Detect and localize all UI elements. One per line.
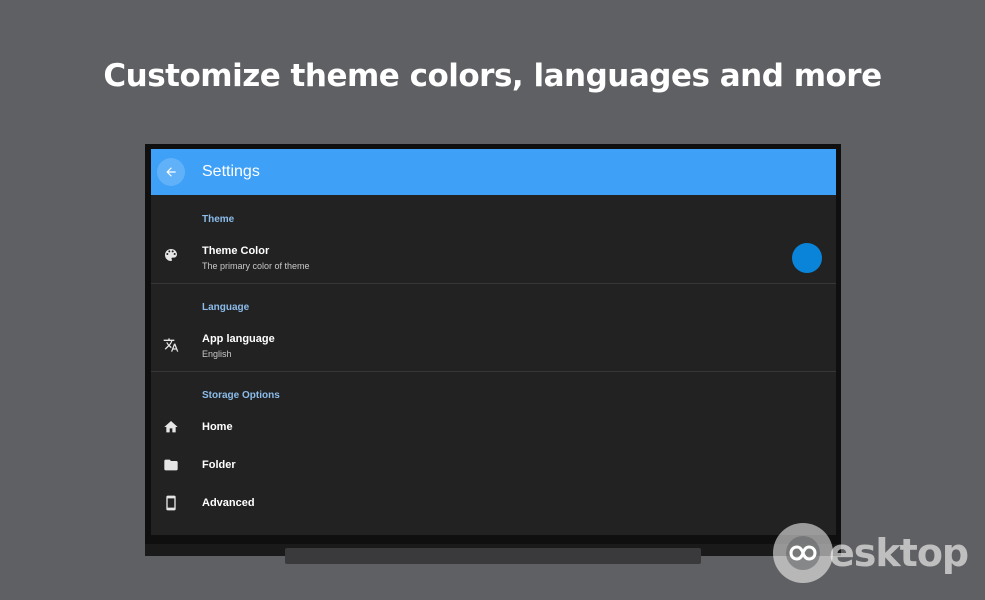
section-header-theme: Theme — [202, 214, 235, 225]
storage-item-advanced[interactable]: Advanced — [151, 487, 836, 519]
app-language-row[interactable]: App language English — [151, 323, 836, 371]
section-header-language: Language — [202, 302, 250, 313]
app-language-title: App language — [202, 333, 275, 345]
desktop-watermark: esktop — [773, 521, 973, 585]
infinity-icon — [786, 536, 820, 570]
storage-item-home[interactable]: Home — [151, 411, 836, 443]
storage-item-label: Home — [202, 421, 233, 433]
theme-color-title: Theme Color — [202, 245, 270, 257]
storage-item-label: Advanced — [202, 497, 255, 509]
palette-icon — [165, 249, 177, 261]
promo-headline: Customize theme colors, languages and mo… — [103, 58, 882, 94]
app-bar: Settings — [151, 149, 836, 195]
page-title: Settings — [202, 163, 260, 180]
settings-screen: Settings Theme Theme Color The primary c… — [151, 149, 836, 535]
translate-icon — [163, 338, 179, 352]
folder-icon — [164, 459, 178, 471]
home-icon — [164, 421, 178, 433]
arrow-back-icon — [166, 167, 176, 177]
watermark-text: esktop — [829, 531, 969, 575]
divider — [151, 283, 836, 284]
theme-color-swatch[interactable] — [792, 243, 822, 273]
theme-color-row[interactable]: Theme Color The primary color of theme — [151, 235, 836, 283]
app-language-value: English — [202, 349, 232, 359]
watermark-logo — [773, 523, 833, 583]
storage-item-label: Folder — [202, 459, 236, 471]
divider — [151, 371, 836, 372]
tv-stand — [285, 548, 701, 564]
theme-color-subtitle: The primary color of theme — [202, 261, 310, 271]
back-button[interactable] — [157, 158, 185, 186]
storage-item-folder[interactable]: Folder — [151, 449, 836, 481]
section-header-storage: Storage Options — [202, 390, 280, 401]
phone-device-icon — [166, 495, 176, 511]
